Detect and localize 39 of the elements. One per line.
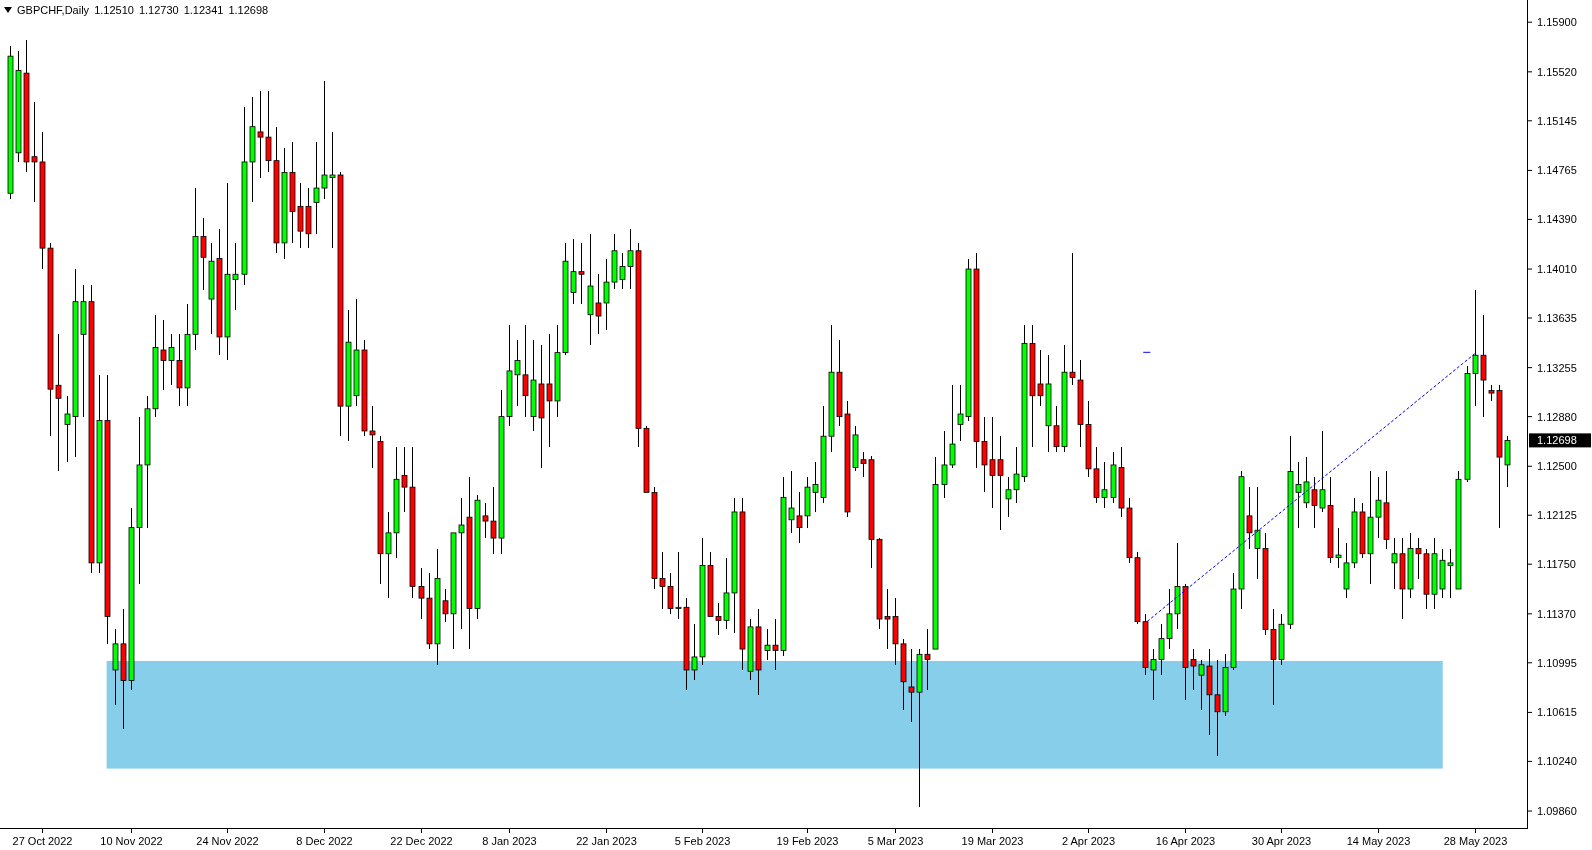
date-axis-label: 10 Nov 2022 [100, 835, 163, 847]
price-axis-label: 1.14765 [1537, 164, 1577, 177]
price-axis-label: 1.11370 [1537, 607, 1576, 620]
date-axis-label: 8 Dec 2022 [296, 835, 353, 847]
price-axis-label: 1.13635 [1537, 312, 1577, 324]
date-axis-label: 8 Jan 2023 [482, 835, 537, 847]
date-axis-label: 22 Jan 2023 [576, 835, 637, 847]
price-axis-label: 1.14010 [1537, 263, 1577, 276]
price-axis-label: 1.12125 [1537, 509, 1577, 522]
quote-value: 1.12730 [138, 4, 179, 16]
date-axis-label: 19 Feb 2023 [776, 835, 839, 847]
price-axis-label: 1.11750 [1537, 558, 1576, 571]
price-axis-label: 1.09860 [1537, 805, 1577, 817]
date-axis-label: 27 Oct 2022 [12, 835, 73, 847]
date-axis-label: 19 Mar 2023 [961, 835, 1024, 847]
price-axis-label: 1.13255 [1537, 361, 1577, 374]
price-axis-label: 1.12880 [1537, 410, 1577, 423]
price-axis-label: 1.10240 [1537, 755, 1577, 768]
date-axis-label: 14 May 2023 [1346, 835, 1411, 847]
quote-value: 1.12341 [183, 4, 224, 16]
price-axis-label: 1.15145 [1537, 114, 1577, 127]
price-axis-label: 1.10615 [1537, 706, 1577, 719]
price-axis-label: 1.15520 [1537, 65, 1577, 78]
date-axis-label: 24 Nov 2022 [196, 835, 259, 847]
quote-value: 1.12510 [94, 4, 134, 16]
symbol-label: GBPCHF,Daily [17, 4, 90, 16]
date-axis-label: 2 Apr 2023 [1061, 835, 1116, 847]
price-axis-label: 1.10995 [1537, 656, 1577, 669]
date-axis-label: 5 Mar 2023 [867, 835, 924, 847]
date-axis-label: 22 Dec 2022 [390, 835, 453, 847]
quote-value: 1.12698 [228, 4, 269, 16]
date-axis-label: 16 Apr 2023 [1155, 835, 1216, 847]
price-axis-label: 1.14390 [1537, 213, 1577, 226]
date-axis-label: 28 May 2023 [1443, 835, 1508, 847]
date-axis-label: 30 Apr 2023 [1251, 835, 1312, 847]
price-axis-label: 1.15900 [1537, 16, 1577, 29]
price-axis-label: 1.12500 [1537, 460, 1577, 473]
date-axis-label: 5 Feb 2023 [674, 835, 731, 847]
current-price-tag: 1.12698 [1529, 433, 1591, 448]
